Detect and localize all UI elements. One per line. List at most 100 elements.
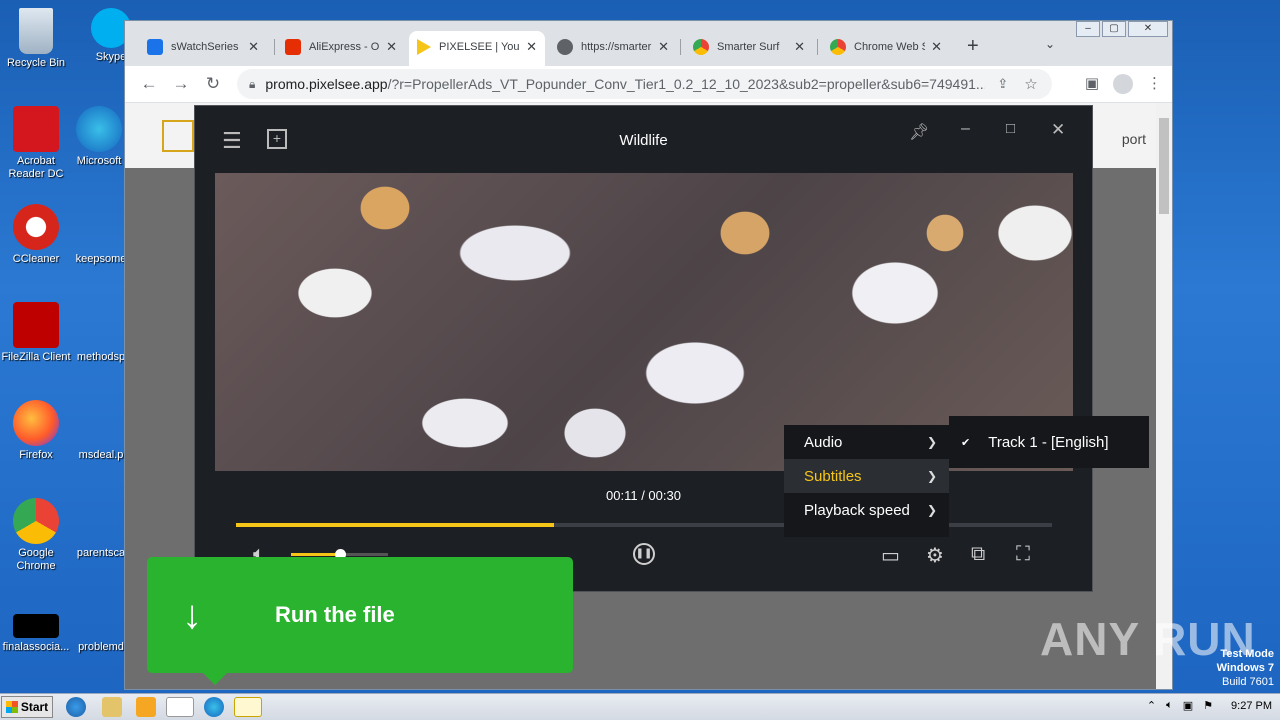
- profile-avatar-icon[interactable]: [1113, 74, 1133, 94]
- edge-icon: [76, 106, 122, 152]
- download-arrow-icon: ↓: [182, 592, 202, 637]
- maximize-player-icon[interactable]: □: [1006, 120, 1015, 137]
- subtitles-icon[interactable]: ▭: [881, 543, 900, 568]
- desktop-icon-firefox[interactable]: Firefox: [1, 400, 71, 462]
- test-mode-notice: Test Mode Windows 7 Build 7601: [1216, 648, 1274, 688]
- site-logo-icon: [162, 120, 194, 152]
- chevron-right-icon: ❯: [926, 435, 937, 449]
- taskbar-edge-icon[interactable]: [204, 697, 224, 717]
- desktop-icon-ccleaner[interactable]: CCleaner: [1, 204, 71, 266]
- network-tray-icon[interactable]: ▣: [1183, 699, 1193, 712]
- aliexpress-favicon-icon: [285, 39, 301, 55]
- minimize-player-icon[interactable]: –: [961, 120, 970, 138]
- system-tray: ⌃ 🔈︎ ▣ ⚑ 9:27 PM: [1147, 699, 1272, 712]
- desktop-icon-chrome[interactable]: Google Chrome: [1, 498, 71, 573]
- desktop-icon-acrobat[interactable]: Acrobat Reader DC: [1, 106, 71, 181]
- close-tab-icon[interactable]: ✕: [794, 39, 805, 55]
- url-host: promo.pixelsee.app: [265, 76, 388, 92]
- close-tab-icon[interactable]: ✕: [658, 39, 669, 55]
- tab-swatchseries[interactable]: sWatchSeries - ✕: [139, 31, 267, 63]
- file-icon: [78, 400, 124, 446]
- side-panel-icon[interactable]: ▣: [1085, 74, 1099, 94]
- page-scrollbar[interactable]: [1156, 103, 1172, 689]
- file-icon: [78, 302, 124, 348]
- menu-item-playback-speed[interactable]: Playback speed ❯: [784, 493, 949, 527]
- url-path: /?r=PropellerAds_VT_Popunder_Conv_Tier1_…: [387, 76, 986, 92]
- close-player-icon[interactable]: ✕: [1051, 120, 1065, 140]
- desktop-icon-recycle-bin[interactable]: Recycle Bin: [1, 8, 71, 70]
- tab-pixelsee[interactable]: PIXELSEE | You ✕: [409, 31, 545, 71]
- volume-tray-icon[interactable]: 🔈︎: [1166, 699, 1173, 712]
- taskbar-chrome-icon[interactable]: [166, 697, 194, 717]
- black-file-icon: [13, 614, 59, 638]
- bookmark-star-icon[interactable]: ☆: [1024, 75, 1037, 93]
- lock-icon: 🔒︎: [249, 76, 256, 91]
- ccleaner-icon: [13, 204, 59, 250]
- share-icon[interactable]: ⇪: [997, 76, 1008, 92]
- taskbar-pixelsee-icon[interactable]: [234, 697, 262, 717]
- tray-chevron-up-icon[interactable]: ⌃: [1147, 699, 1156, 712]
- volume-slider[interactable]: [291, 549, 388, 560]
- acrobat-icon: [13, 106, 59, 152]
- back-arrow-icon[interactable]: ←: [133, 74, 165, 94]
- reload-icon[interactable]: ↻: [197, 74, 229, 94]
- clock[interactable]: 9:27 PM: [1231, 700, 1272, 712]
- video-player: ☰ + Wildlife 📌︎ – □ ✕ 00:11 / 00:30 🔈︎ ❚…: [194, 105, 1093, 592]
- page-header-link[interactable]: port: [1122, 131, 1146, 147]
- chevron-right-icon: ❯: [926, 469, 937, 483]
- browser-toolbar: ← → ↻ 🔒︎ promo.pixelsee.app/?r=Propeller…: [125, 66, 1172, 102]
- desktop-icon-filezilla[interactable]: FileZilla Client: [1, 302, 71, 364]
- settings-gear-icon[interactable]: ⚙: [926, 543, 944, 568]
- maximize-button[interactable]: ▢: [1102, 21, 1126, 37]
- desktop-icon-finalassocia[interactable]: finalassocia...: [1, 614, 71, 654]
- chrome-favicon-icon: [693, 39, 709, 55]
- close-tab-icon[interactable]: ✕: [931, 39, 942, 55]
- taskbar: Start ⌃ 🔈︎ ▣ ⚑ 9:27 PM: [0, 693, 1280, 720]
- file-icon: [78, 614, 124, 638]
- tab-chrome-web-store[interactable]: Chrome Web S ✕: [822, 31, 950, 63]
- globe-icon: [557, 39, 573, 55]
- flag-tray-icon[interactable]: ⚑: [1203, 699, 1213, 712]
- close-window-button[interactable]: ✕: [1128, 21, 1168, 37]
- start-button[interactable]: Start: [1, 696, 53, 718]
- menu-item-audio[interactable]: Audio ❯: [784, 425, 949, 459]
- file-icon: [78, 498, 124, 544]
- player-title: Wildlife: [619, 132, 668, 149]
- taskbar-media-player-icon[interactable]: [136, 697, 156, 717]
- recycle-bin-icon: [19, 8, 53, 54]
- tab-strip: sWatchSeries - ✕ AliExpress - On ✕ PIXEL…: [125, 21, 1172, 71]
- tab-aliexpress[interactable]: AliExpress - On ✕: [277, 31, 405, 63]
- playback-time: 00:11 / 00:30: [606, 488, 681, 503]
- window-controls: ‒ ▢ ✕: [1076, 21, 1168, 37]
- pixelsee-favicon-icon: [417, 39, 431, 55]
- menu-item-subtitles[interactable]: Subtitles ❯: [784, 459, 949, 493]
- new-tab-button[interactable]: +: [967, 35, 979, 58]
- fullscreen-icon[interactable]: ⛶: [1016, 543, 1030, 566]
- close-tab-icon[interactable]: ✕: [248, 39, 259, 55]
- subtitle-track-option[interactable]: ✔ Track 1 - [English]: [949, 416, 1149, 468]
- address-bar[interactable]: 🔒︎ promo.pixelsee.app/?r=PropellerAds_VT…: [237, 69, 1052, 99]
- run-file-banner[interactable]: ↓ Run the file: [147, 557, 573, 685]
- forward-arrow-icon[interactable]: →: [165, 74, 197, 94]
- pin-icon[interactable]: 📌︎: [909, 122, 929, 142]
- windows-logo-icon: [5, 701, 18, 713]
- chrome-icon: [13, 498, 59, 544]
- checkmark-icon: ✔: [961, 436, 971, 449]
- file-icon: [78, 204, 124, 250]
- taskbar-explorer-icon[interactable]: [102, 697, 122, 717]
- minimize-button[interactable]: ‒: [1076, 21, 1100, 37]
- swatchseries-favicon-icon: [147, 39, 163, 55]
- pause-icon[interactable]: ❚❚: [633, 543, 655, 565]
- tab-search-chevron-icon[interactable]: ⌄: [1045, 37, 1055, 51]
- close-tab-icon[interactable]: ✕: [526, 39, 537, 55]
- firefox-icon: [13, 400, 59, 446]
- tab-smarter-url[interactable]: https://smarter ✕: [549, 31, 677, 63]
- menu-kebab-icon[interactable]: ⋮: [1147, 74, 1162, 94]
- taskbar-ie-icon[interactable]: [66, 697, 86, 717]
- chrome-favicon-icon: [830, 39, 846, 55]
- tab-smarter-surf[interactable]: Smarter Surf ✕: [685, 31, 813, 63]
- close-tab-icon[interactable]: ✕: [386, 39, 397, 55]
- settings-menu: Audio ❯ Subtitles ❯ Playback speed ❯: [784, 425, 949, 537]
- cast-icon[interactable]: ⧉: [971, 543, 985, 566]
- chevron-right-icon: ❯: [926, 503, 937, 517]
